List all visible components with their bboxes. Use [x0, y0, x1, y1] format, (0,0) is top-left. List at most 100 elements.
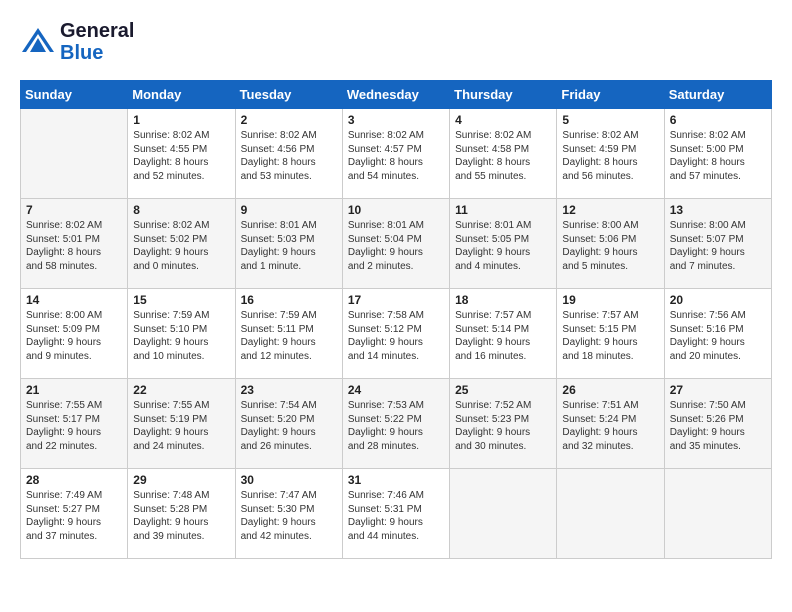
day-info: Sunrise: 8:01 AM Sunset: 5:04 PM Dayligh… [348, 219, 444, 273]
day-info: Sunrise: 8:01 AM Sunset: 5:03 PM Dayligh… [241, 219, 337, 273]
day-number: 31 [348, 473, 444, 487]
day-number: 29 [133, 473, 229, 487]
day-info: Sunrise: 7:54 AM Sunset: 5:20 PM Dayligh… [241, 399, 337, 453]
day-number: 16 [241, 293, 337, 307]
calendar-cell: 6Sunrise: 8:02 AM Sunset: 5:00 PM Daylig… [664, 109, 771, 199]
calendar-cell: 12Sunrise: 8:00 AM Sunset: 5:06 PM Dayli… [557, 199, 664, 289]
calendar-cell: 27 Sunrise: 7:50 AM Sunset: 5:26 PM Dayli… [664, 379, 771, 469]
day-info: Sunrise: 7:59 AM Sunset: 5:10 PM Dayligh… [133, 309, 229, 363]
week-row-3: 14 Sunrise: 8:00 AM Sunset: 5:09 PM Dayli… [21, 289, 772, 379]
day-number: 28 [26, 473, 122, 487]
page-header: General Blue [20, 20, 772, 64]
calendar-cell: 28 Sunrise: 7:49 AM Sunset: 5:27 PM Dayli… [21, 469, 128, 559]
calendar-cell: 9 Sunrise: 8:01 AM Sunset: 5:03 PM Daylig… [235, 199, 342, 289]
day-number: 20 [670, 293, 766, 307]
day-info: Sunrise: 8:02 AM Sunset: 4:56 PM Dayligh… [241, 129, 337, 183]
day-number: 22 [133, 383, 229, 397]
day-info: Sunrise: 7:56 AM Sunset: 5:16 PM Dayligh… [670, 309, 766, 363]
weekday-header-saturday: Saturday [664, 81, 771, 109]
day-number: 25 [455, 383, 551, 397]
day-info: Sunrise: 7:57 AM Sunset: 5:15 PM Dayligh… [562, 309, 658, 363]
calendar-cell: 15 Sunrise: 7:59 AM Sunset: 5:10 PM Dayli… [128, 289, 235, 379]
calendar-cell [21, 109, 128, 199]
weekday-header-tuesday: Tuesday [235, 81, 342, 109]
day-info: Sunrise: 7:58 AM Sunset: 5:12 PM Dayligh… [348, 309, 444, 363]
day-info: Sunrise: 7:50 AM Sunset: 5:26 PM Dayligh… [670, 399, 766, 453]
weekday-header-thursday: Thursday [450, 81, 557, 109]
calendar-cell: 1 Sunrise: 8:02 AM Sunset: 4:55 PM Daylig… [128, 109, 235, 199]
day-number: 4 [455, 113, 551, 127]
day-number: 1 [133, 113, 229, 127]
day-info: Sunrise: 7:46 AM Sunset: 5:31 PM Dayligh… [348, 489, 444, 543]
day-info: Sunrise: 8:02 AM Sunset: 4:57 PM Dayligh… [348, 129, 444, 183]
logo-text: General Blue [60, 20, 134, 64]
day-number: 3 [348, 113, 444, 127]
day-info: Sunrise: 8:02 AM Sunset: 5:02 PM Dayligh… [133, 219, 229, 273]
calendar-cell: 31 Sunrise: 7:46 AM Sunset: 5:31 PM Dayli… [342, 469, 449, 559]
day-info: Sunrise: 7:55 AM Sunset: 5:17 PM Dayligh… [26, 399, 122, 453]
day-info: Sunrise: 7:53 AM Sunset: 5:22 PM Dayligh… [348, 399, 444, 453]
calendar-cell: 23Sunrise: 7:54 AM Sunset: 5:20 PM Dayli… [235, 379, 342, 469]
day-info: Sunrise: 7:52 AM Sunset: 5:23 PM Dayligh… [455, 399, 551, 453]
calendar-cell: 16 Sunrise: 7:59 AM Sunset: 5:11 PM Dayli… [235, 289, 342, 379]
day-number: 10 [348, 203, 444, 217]
day-number: 8 [133, 203, 229, 217]
day-info: Sunrise: 7:49 AM Sunset: 5:27 PM Dayligh… [26, 489, 122, 543]
calendar-cell [450, 469, 557, 559]
day-info: Sunrise: 7:47 AM Sunset: 5:30 PM Dayligh… [241, 489, 337, 543]
calendar-cell: 24Sunrise: 7:53 AM Sunset: 5:22 PM Dayli… [342, 379, 449, 469]
weekday-header-row: SundayMondayTuesdayWednesdayThursdayFrid… [21, 81, 772, 109]
day-number: 30 [241, 473, 337, 487]
calendar-cell: 22 Sunrise: 7:55 AM Sunset: 5:19 PM Dayli… [128, 379, 235, 469]
day-number: 12 [562, 203, 658, 217]
day-number: 9 [241, 203, 337, 217]
calendar-cell: 2 Sunrise: 8:02 AM Sunset: 4:56 PM Daylig… [235, 109, 342, 199]
day-number: 7 [26, 203, 122, 217]
calendar-cell: 11Sunrise: 8:01 AM Sunset: 5:05 PM Dayli… [450, 199, 557, 289]
week-row-1: 1 Sunrise: 8:02 AM Sunset: 4:55 PM Daylig… [21, 109, 772, 199]
calendar-cell: 10 Sunrise: 8:01 AM Sunset: 5:04 PM Dayli… [342, 199, 449, 289]
day-number: 17 [348, 293, 444, 307]
weekday-header-friday: Friday [557, 81, 664, 109]
day-number: 6 [670, 113, 766, 127]
day-number: 21 [26, 383, 122, 397]
day-info: Sunrise: 8:02 AM Sunset: 5:01 PM Dayligh… [26, 219, 122, 273]
calendar-cell: 25 Sunrise: 7:52 AM Sunset: 5:23 PM Dayli… [450, 379, 557, 469]
day-info: Sunrise: 8:02 AM Sunset: 4:59 PM Dayligh… [562, 129, 658, 183]
day-info: Sunrise: 8:01 AM Sunset: 5:05 PM Dayligh… [455, 219, 551, 273]
day-info: Sunrise: 7:55 AM Sunset: 5:19 PM Dayligh… [133, 399, 229, 453]
weekday-header-sunday: Sunday [21, 81, 128, 109]
calendar-cell: 20 Sunrise: 7:56 AM Sunset: 5:16 PM Dayli… [664, 289, 771, 379]
day-number: 2 [241, 113, 337, 127]
day-number: 14 [26, 293, 122, 307]
day-info: Sunrise: 7:57 AM Sunset: 5:14 PM Dayligh… [455, 309, 551, 363]
day-number: 18 [455, 293, 551, 307]
day-number: 13 [670, 203, 766, 217]
calendar-cell: 8 Sunrise: 8:02 AM Sunset: 5:02 PM Daylig… [128, 199, 235, 289]
calendar-cell: 18 Sunrise: 7:57 AM Sunset: 5:14 PM Dayli… [450, 289, 557, 379]
week-row-2: 7 Sunrise: 8:02 AM Sunset: 5:01 PM Daylig… [21, 199, 772, 289]
calendar-cell: 3 Sunrise: 8:02 AM Sunset: 4:57 PM Daylig… [342, 109, 449, 199]
day-number: 19 [562, 293, 658, 307]
day-number: 5 [562, 113, 658, 127]
calendar-cell: 26Sunrise: 7:51 AM Sunset: 5:24 PM Dayli… [557, 379, 664, 469]
calendar-cell: 17 Sunrise: 7:58 AM Sunset: 5:12 PM Dayli… [342, 289, 449, 379]
day-info: Sunrise: 7:51 AM Sunset: 5:24 PM Dayligh… [562, 399, 658, 453]
week-row-4: 21 Sunrise: 7:55 AM Sunset: 5:17 PM Dayli… [21, 379, 772, 469]
calendar-cell: 4Sunrise: 8:02 AM Sunset: 4:58 PM Daylig… [450, 109, 557, 199]
calendar-cell: 21 Sunrise: 7:55 AM Sunset: 5:17 PM Dayli… [21, 379, 128, 469]
day-info: Sunrise: 8:00 AM Sunset: 5:09 PM Dayligh… [26, 309, 122, 363]
day-info: Sunrise: 8:02 AM Sunset: 4:55 PM Dayligh… [133, 129, 229, 183]
logo-icon [20, 24, 56, 60]
day-info: Sunrise: 7:59 AM Sunset: 5:11 PM Dayligh… [241, 309, 337, 363]
calendar-cell [664, 469, 771, 559]
day-info: Sunrise: 7:48 AM Sunset: 5:28 PM Dayligh… [133, 489, 229, 543]
calendar-cell: 7 Sunrise: 8:02 AM Sunset: 5:01 PM Daylig… [21, 199, 128, 289]
calendar-cell: 19 Sunrise: 7:57 AM Sunset: 5:15 PM Dayli… [557, 289, 664, 379]
day-number: 27 [670, 383, 766, 397]
weekday-header-monday: Monday [128, 81, 235, 109]
day-info: Sunrise: 8:00 AM Sunset: 5:07 PM Dayligh… [670, 219, 766, 273]
logo: General Blue [20, 20, 134, 64]
day-number: 15 [133, 293, 229, 307]
calendar-cell: 13 Sunrise: 8:00 AM Sunset: 5:07 PM Dayli… [664, 199, 771, 289]
